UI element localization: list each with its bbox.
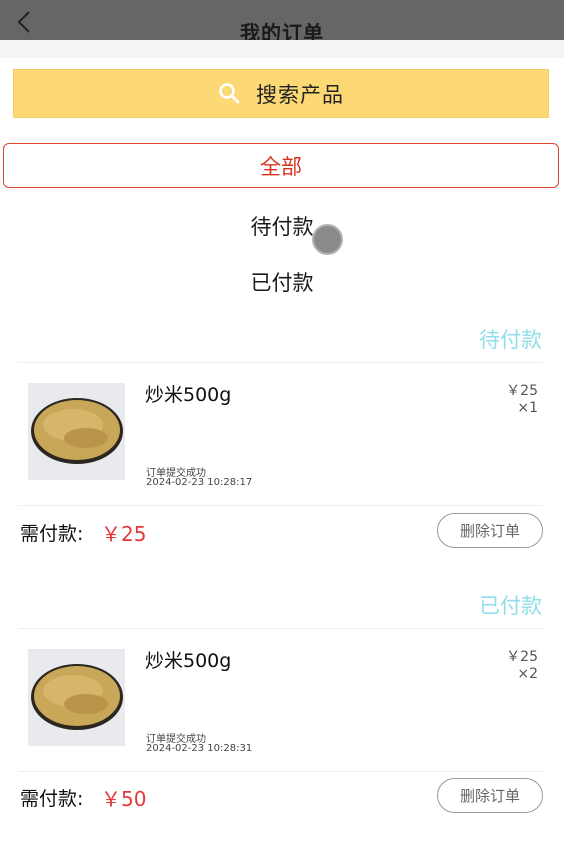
product-image[interactable] — [28, 649, 125, 746]
product-quantity: ×1 — [517, 400, 538, 416]
search-label: 搜索产品 — [256, 82, 344, 107]
touch-cursor — [312, 224, 343, 255]
product-image[interactable] — [28, 383, 125, 480]
divider — [18, 362, 543, 363]
order-time: 2024-02-23 10:28:31 — [146, 743, 253, 754]
delete-order-button[interactable]: 删除订单 — [437, 778, 543, 813]
product-price: ￥25 — [506, 649, 538, 665]
divider — [18, 628, 543, 629]
product-name: 炒米500g — [145, 650, 232, 672]
amount-due-label: 需付款: — [20, 788, 84, 810]
divider — [18, 771, 543, 772]
search-icon — [219, 82, 240, 103]
header-divider — [0, 40, 564, 58]
top-nav-bar: 我的订单 — [0, 0, 564, 45]
amount-due-label: 需付款: — [20, 523, 84, 545]
filter-paid[interactable]: 已付款 — [0, 267, 564, 297]
amount-due-value: ￥50 — [101, 787, 147, 811]
search-bar[interactable]: 搜索产品 — [13, 69, 549, 118]
delete-order-button[interactable]: 删除订单 — [437, 513, 543, 548]
order-time: 2024-02-23 10:28:17 — [146, 477, 253, 488]
divider — [18, 505, 543, 506]
filter-pending[interactable]: 待付款 — [0, 211, 564, 241]
product-name: 炒米500g — [145, 384, 232, 406]
order-status: 已付款 — [479, 594, 542, 618]
filter-all[interactable]: 全部 — [3, 143, 559, 188]
order-status: 待付款 — [479, 328, 542, 352]
product-quantity: ×2 — [517, 666, 538, 682]
product-price: ￥25 — [506, 383, 538, 399]
amount-due-value: ￥25 — [101, 522, 147, 546]
